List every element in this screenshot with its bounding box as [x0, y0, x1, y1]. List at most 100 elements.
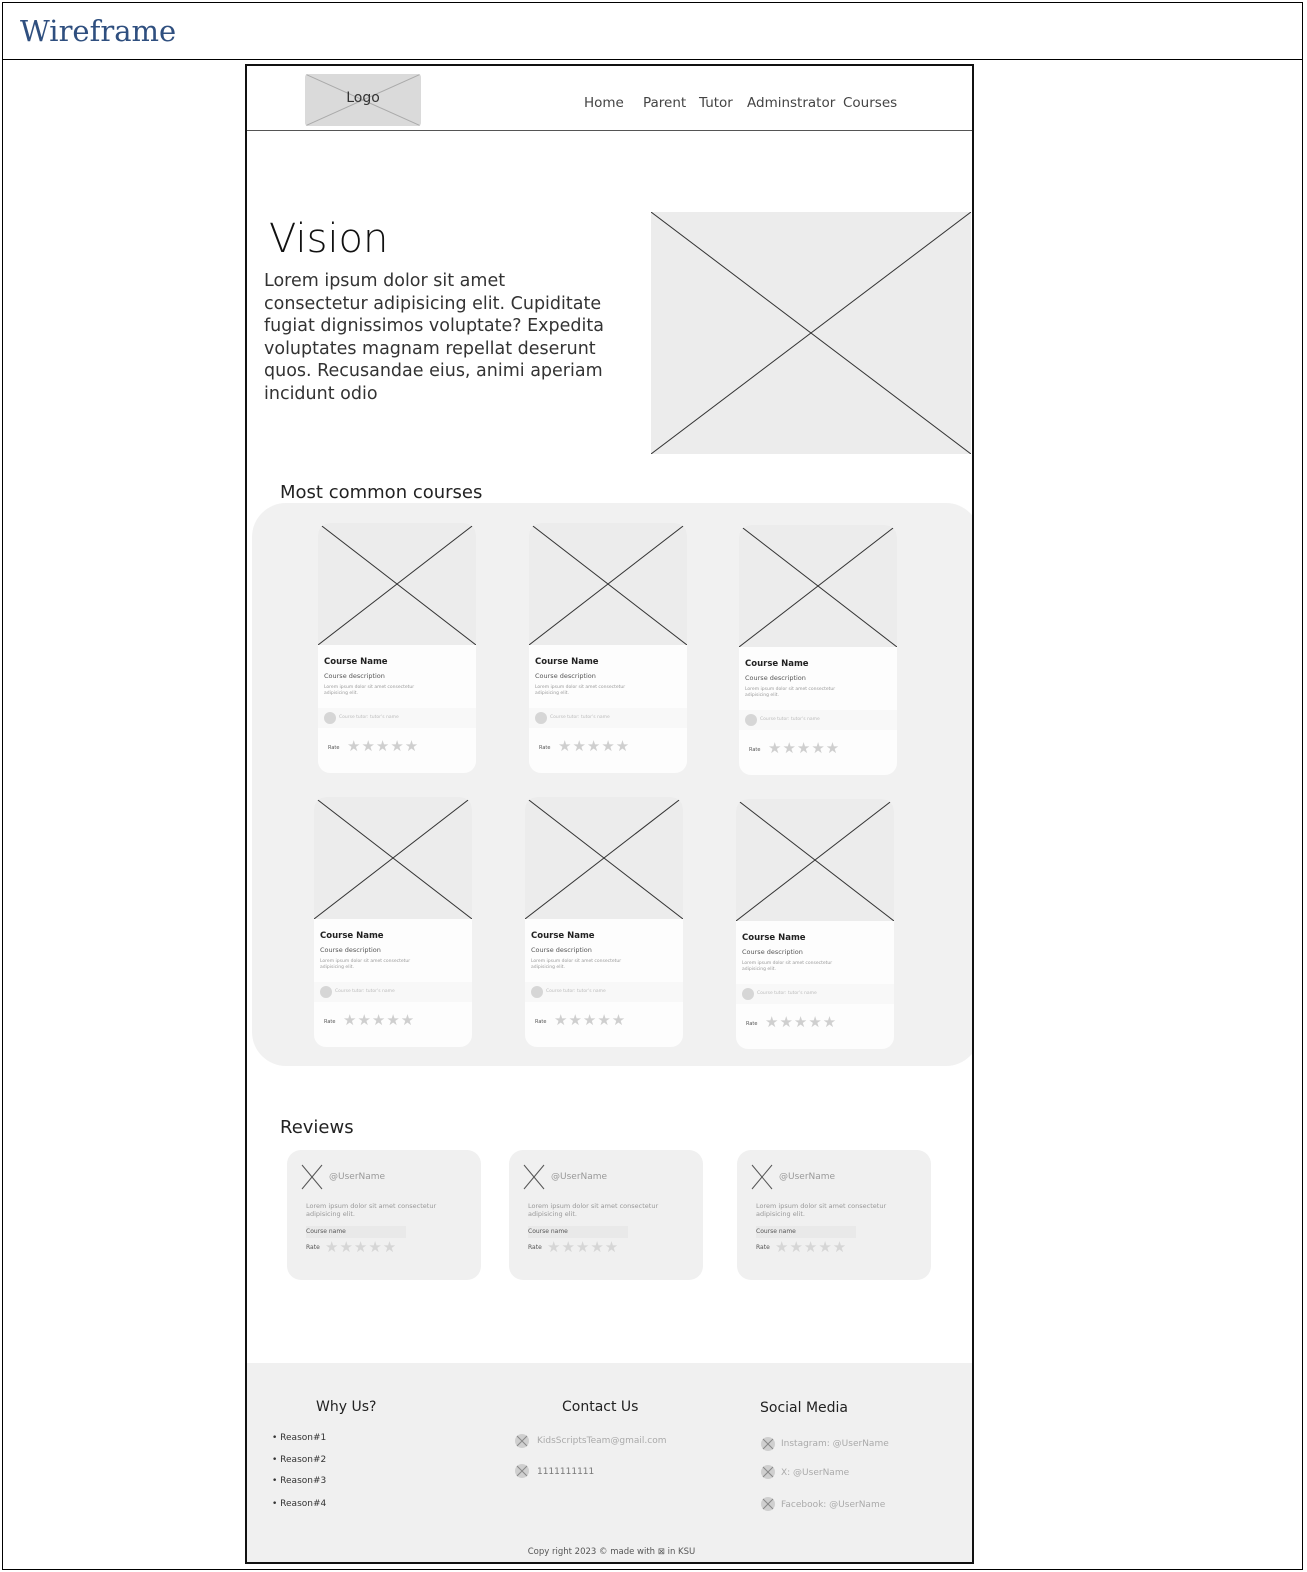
course-card[interactable]: Course Name Course description Lorem ipsum…	[529, 523, 687, 773]
course-rate-label: Rate	[328, 745, 340, 751]
course-tutor-row: Course tutor: tutor's name	[736, 984, 894, 1004]
social-x[interactable]: X: @UserName	[781, 1468, 849, 1478]
course-image-placeholder	[529, 523, 687, 645]
review-text: Lorem ipsum dolor sit amet consectetur a…	[306, 1202, 437, 1218]
course-summary: Lorem ipsum dolor sit amet consectetur a…	[742, 961, 833, 972]
footer: Why Us? • Reason#1 • Reason#2 • Reason#3…	[247, 1363, 972, 1562]
footer-reason-item: • Reason#2	[272, 1455, 327, 1465]
course-card[interactable]: Course Name Course description Lorem ipsum…	[314, 797, 472, 1047]
review-text: Lorem ipsum dolor sit amet consectetur a…	[528, 1202, 659, 1218]
course-rating-stars[interactable]: ★★★★★	[343, 1011, 415, 1029]
footer-reason-item: • Reason#1	[272, 1433, 327, 1443]
course-image-placeholder	[736, 799, 894, 921]
course-summary: Lorem ipsum dolor sit amet consectetur a…	[320, 959, 411, 970]
review-course-name: Course name	[528, 1226, 628, 1238]
courses-section-title: Most common courses	[280, 482, 483, 503]
course-summary: Lorem ipsum dolor sit amet consectetur a…	[745, 687, 836, 698]
tutor-avatar	[320, 986, 332, 998]
course-name: Course Name	[320, 931, 384, 941]
contact-email[interactable]: KidsScriptsTeam@gmail.com	[537, 1436, 666, 1446]
course-image-placeholder	[314, 797, 472, 919]
instagram-icon[interactable]	[761, 1437, 775, 1451]
review-username: @UserName	[779, 1172, 836, 1182]
document-title-row: Wireframe	[2, 2, 1303, 60]
course-image-placeholder	[318, 523, 476, 645]
course-tutor-row: Course tutor: tutor's name	[739, 710, 897, 730]
course-tutor: Course tutor: tutor's name	[550, 715, 610, 720]
course-rating-stars[interactable]: ★★★★★	[765, 1013, 837, 1031]
review-rating-stars: ★★★★★	[547, 1238, 620, 1256]
review-card: @UserName Lorem ipsum dolor sit amet cons…	[737, 1150, 931, 1280]
footer-reason-item: • Reason#3	[272, 1476, 327, 1486]
course-description: Course description	[745, 674, 806, 682]
course-card[interactable]: Course Name Course description Lorem ipsum…	[739, 525, 897, 775]
logo-label: Logo	[346, 90, 380, 106]
review-rating-stars: ★★★★★	[325, 1238, 398, 1256]
review-card: @UserName Lorem ipsum dolor sit amet cons…	[287, 1150, 481, 1280]
course-rate-label: Rate	[535, 1019, 547, 1025]
tutor-avatar	[745, 714, 757, 726]
facebook-icon[interactable]	[761, 1497, 775, 1511]
course-card[interactable]: Course Name Course description Lorem ipsum…	[318, 523, 476, 773]
course-name: Course Name	[531, 931, 595, 941]
review-rate-label: Rate	[306, 1244, 320, 1251]
footer-social-title: Social Media	[760, 1400, 849, 1416]
wireframe-page: Logo Home Parent Tutor Adminstrator Cour…	[245, 64, 974, 1564]
course-description: Course description	[324, 672, 385, 680]
course-rating-stars[interactable]: ★★★★★	[554, 1011, 626, 1029]
course-card[interactable]: Course Name Course description Lorem ipsum…	[525, 797, 683, 1047]
user-avatar-icon	[301, 1164, 323, 1190]
course-rating-stars[interactable]: ★★★★★	[347, 737, 419, 755]
course-description: Course description	[535, 672, 596, 680]
review-course-name: Course name	[306, 1226, 406, 1238]
nav-parent[interactable]: Parent	[643, 95, 686, 111]
course-name: Course Name	[742, 933, 806, 943]
header-divider	[247, 130, 972, 131]
course-rate-label: Rate	[746, 1021, 758, 1027]
phone-icon	[515, 1464, 529, 1478]
tutor-avatar	[535, 712, 547, 724]
nav-courses[interactable]: Courses	[843, 95, 897, 111]
course-image-placeholder	[739, 525, 897, 647]
tutor-avatar	[324, 712, 336, 724]
course-summary: Lorem ipsum dolor sit amet consectetur a…	[535, 685, 626, 696]
reviews-section-title: Reviews	[280, 1117, 354, 1138]
tutor-avatar	[742, 988, 754, 1000]
course-tutor-row: Course tutor: tutor's name	[525, 982, 683, 1002]
review-rating-stars: ★★★★★	[775, 1238, 848, 1256]
nav-tutor[interactable]: Tutor	[699, 95, 733, 111]
vision-text: Lorem ipsum dolor sit amet consectetur a…	[264, 271, 604, 404]
user-avatar-icon	[523, 1164, 545, 1190]
social-facebook[interactable]: Facebook: @UserName	[781, 1500, 885, 1510]
course-tutor: Course tutor: tutor's name	[335, 989, 395, 994]
contact-phone[interactable]: 1111111111	[537, 1467, 594, 1477]
course-name: Course Name	[535, 657, 599, 667]
review-rate-label: Rate	[528, 1244, 542, 1251]
course-tutor: Course tutor: tutor's name	[339, 715, 399, 720]
course-name: Course Name	[745, 659, 809, 669]
review-card: @UserName Lorem ipsum dolor sit amet cons…	[509, 1150, 703, 1280]
course-image-placeholder	[525, 797, 683, 919]
course-tutor-row: Course tutor: tutor's name	[529, 708, 687, 728]
nav-home[interactable]: Home	[584, 95, 624, 111]
course-description: Course description	[531, 946, 592, 954]
copyright-text: Copy right 2023 © made with ⊠ in KSU	[527, 1547, 696, 1557]
footer-contact-title: Contact Us	[562, 1399, 639, 1415]
course-rate-label: Rate	[749, 747, 761, 753]
social-instagram[interactable]: Instagram: @UserName	[781, 1439, 889, 1449]
x-icon[interactable]	[761, 1465, 775, 1479]
course-rating-stars[interactable]: ★★★★★	[558, 737, 630, 755]
logo[interactable]: Logo	[305, 74, 421, 126]
course-description: Course description	[742, 948, 803, 956]
course-card[interactable]: Course Name Course description Lorem ipsum…	[736, 799, 894, 1049]
course-tutor-row: Course tutor: tutor's name	[314, 982, 472, 1002]
nav-adminstrator[interactable]: Adminstrator	[747, 95, 835, 111]
course-summary: Lorem ipsum dolor sit amet consectetur a…	[324, 685, 415, 696]
review-course-name: Course name	[756, 1226, 856, 1238]
course-tutor: Course tutor: tutor's name	[760, 717, 820, 722]
footer-reason-item: • Reason#4	[272, 1499, 327, 1509]
review-text: Lorem ipsum dolor sit amet consectetur a…	[756, 1202, 887, 1218]
hero-image-placeholder	[651, 212, 971, 454]
document-title: Wireframe	[20, 14, 177, 48]
course-rating-stars[interactable]: ★★★★★	[768, 739, 840, 757]
